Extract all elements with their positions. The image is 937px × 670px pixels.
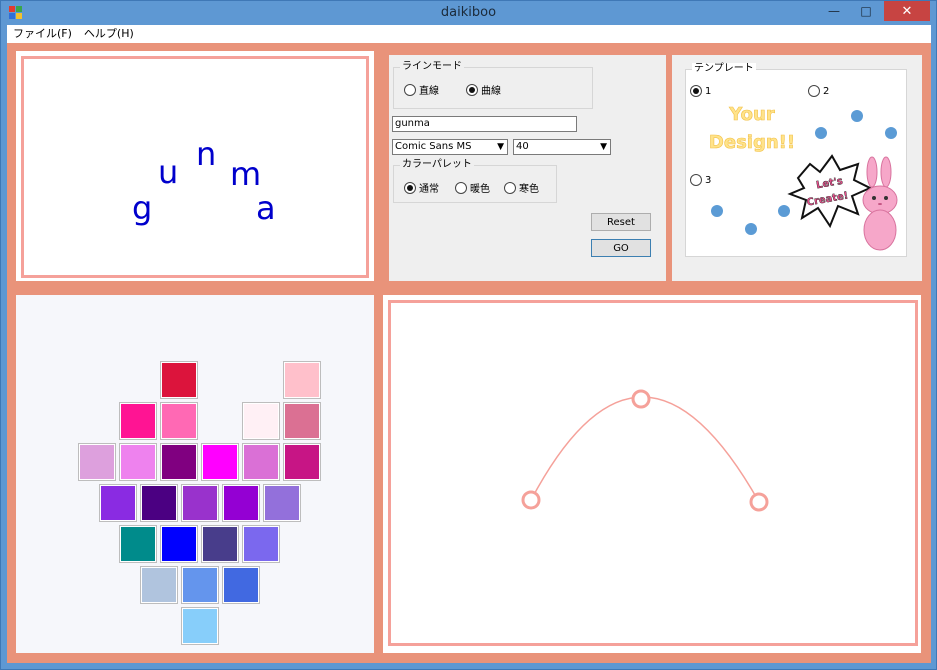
palette-panel xyxy=(16,295,374,653)
color-swatch[interactable] xyxy=(283,443,321,481)
color-swatch[interactable] xyxy=(283,361,321,399)
menu-bar: ファイル(F) ヘルプ(H) xyxy=(7,25,931,43)
controls-panel: ラインモード 直線 曲線 gunma Comic Sans MS ▼ 40 ▼ xyxy=(389,55,666,281)
radio-curve-dot[interactable] xyxy=(466,83,478,96)
template-3-dot xyxy=(711,205,723,217)
preview-letter-u: u xyxy=(158,153,178,191)
color-swatch[interactable] xyxy=(119,443,157,481)
color-swatch[interactable] xyxy=(160,443,198,481)
template-preview-art: Your Design!! Let's Create! xyxy=(709,104,898,251)
palette-mode-caption: カラーパレット xyxy=(400,159,474,171)
color-swatch[interactable] xyxy=(139,484,178,522)
color-swatch[interactable] xyxy=(201,443,239,481)
size-combo[interactable]: 40 ▼ xyxy=(513,139,611,155)
radio-straight-dot[interactable] xyxy=(404,83,416,96)
color-swatch[interactable] xyxy=(139,566,178,604)
template-3-dot xyxy=(745,223,757,235)
radio-warm-label: 暖色 xyxy=(470,184,490,195)
color-swatch[interactable] xyxy=(98,484,137,522)
text-input[interactable]: gunma xyxy=(392,116,577,132)
line-mode-group: ラインモード 直線 曲線 xyxy=(393,61,593,109)
font-combo[interactable]: Comic Sans MS ▼ xyxy=(392,139,508,155)
color-swatch[interactable] xyxy=(242,525,280,563)
control-point-handle[interactable] xyxy=(631,389,651,409)
size-combo-value: 40 xyxy=(516,141,529,152)
lets-create-sticker: Let's Create! xyxy=(787,154,873,229)
color-swatch[interactable] xyxy=(221,566,260,604)
color-swatch[interactable] xyxy=(180,484,219,522)
line-mode-caption: ラインモード xyxy=(400,61,464,73)
template-2-dot xyxy=(815,127,827,139)
menu-file[interactable]: ファイル(F) xyxy=(7,25,78,43)
color-swatch[interactable] xyxy=(119,525,157,563)
reset-button[interactable]: Reset xyxy=(591,213,651,231)
color-swatch[interactable] xyxy=(180,607,219,645)
preview-letter-a: a xyxy=(256,189,276,227)
radio-straight[interactable]: 直線 xyxy=(404,82,439,97)
bezier-curve xyxy=(530,396,760,503)
radio-curve-label: 曲線 xyxy=(481,86,501,97)
curve-canvas[interactable] xyxy=(391,303,915,643)
color-swatch[interactable] xyxy=(78,443,116,481)
curve-frame xyxy=(388,300,918,646)
radio-curve[interactable]: 曲線 xyxy=(466,82,501,97)
color-swatch[interactable] xyxy=(160,402,198,440)
radio-straight-label: 直線 xyxy=(419,86,439,97)
template-2-dot xyxy=(851,110,863,122)
color-swatch[interactable] xyxy=(262,484,301,522)
preview-panel: g u n m a xyxy=(16,51,374,281)
radio-normal-label: 通常 xyxy=(419,184,439,195)
chevron-down-icon[interactable]: ▼ xyxy=(497,141,504,153)
chevron-down-icon[interactable]: ▼ xyxy=(600,141,607,153)
color-swatch[interactable] xyxy=(221,484,260,522)
control-point-handle[interactable] xyxy=(521,490,541,510)
close-icon[interactable]: ✕ xyxy=(884,1,930,21)
color-swatch[interactable] xyxy=(283,402,321,440)
bunny-illustration xyxy=(862,156,898,251)
template-group: テンプレート 1 2 3 Your Design!! Let's Create! xyxy=(685,63,907,257)
radio-normal[interactable]: 通常 xyxy=(404,180,439,195)
app-window: daikiboo — □ ✕ ファイル(F) ヘルプ(H) g u n m a … xyxy=(0,0,937,670)
maximize-icon[interactable]: □ xyxy=(852,1,880,21)
preview-letter-g: g xyxy=(132,189,152,227)
template-3-dot xyxy=(778,205,790,217)
design-text-line2: Design!! xyxy=(709,132,795,153)
templates-panel: テンプレート 1 2 3 Your Design!! Let's Create! xyxy=(672,55,922,281)
preview-letter-m: m xyxy=(230,155,261,193)
go-button[interactable]: GO xyxy=(591,239,651,257)
radio-warm-dot[interactable] xyxy=(455,181,467,194)
preview-letter-n: n xyxy=(196,135,216,173)
color-swatch[interactable] xyxy=(119,402,157,440)
color-swatch[interactable] xyxy=(242,443,280,481)
font-combo-value: Comic Sans MS xyxy=(395,141,472,152)
radio-cool-dot[interactable] xyxy=(504,181,516,194)
radio-cool[interactable]: 寒色 xyxy=(504,180,539,195)
curve-panel xyxy=(383,295,921,653)
preview-frame: g u n m a xyxy=(21,56,369,278)
minimize-icon[interactable]: — xyxy=(820,1,848,21)
color-swatch[interactable] xyxy=(242,402,280,440)
preview-text-canvas: g u n m a xyxy=(132,135,276,227)
template-2-dot xyxy=(885,127,897,139)
color-swatch[interactable] xyxy=(160,361,198,399)
design-text-line1: Your xyxy=(728,104,775,125)
control-point-handle[interactable] xyxy=(749,492,769,512)
radio-cool-label: 寒色 xyxy=(519,184,539,195)
client-area: g u n m a ラインモード 直線 曲線 gunma Comic Sans … xyxy=(7,43,931,663)
palette-mode-group: カラーパレット 通常 暖色 寒色 xyxy=(393,159,557,203)
radio-normal-dot[interactable] xyxy=(404,181,416,194)
title-bar: daikiboo — □ ✕ xyxy=(1,1,936,25)
window-title: daikiboo xyxy=(440,5,497,20)
color-swatch[interactable] xyxy=(180,566,219,604)
radio-warm[interactable]: 暖色 xyxy=(455,180,490,195)
menu-help[interactable]: ヘルプ(H) xyxy=(78,25,140,43)
color-swatch[interactable] xyxy=(201,525,239,563)
color-swatch[interactable] xyxy=(160,525,198,563)
